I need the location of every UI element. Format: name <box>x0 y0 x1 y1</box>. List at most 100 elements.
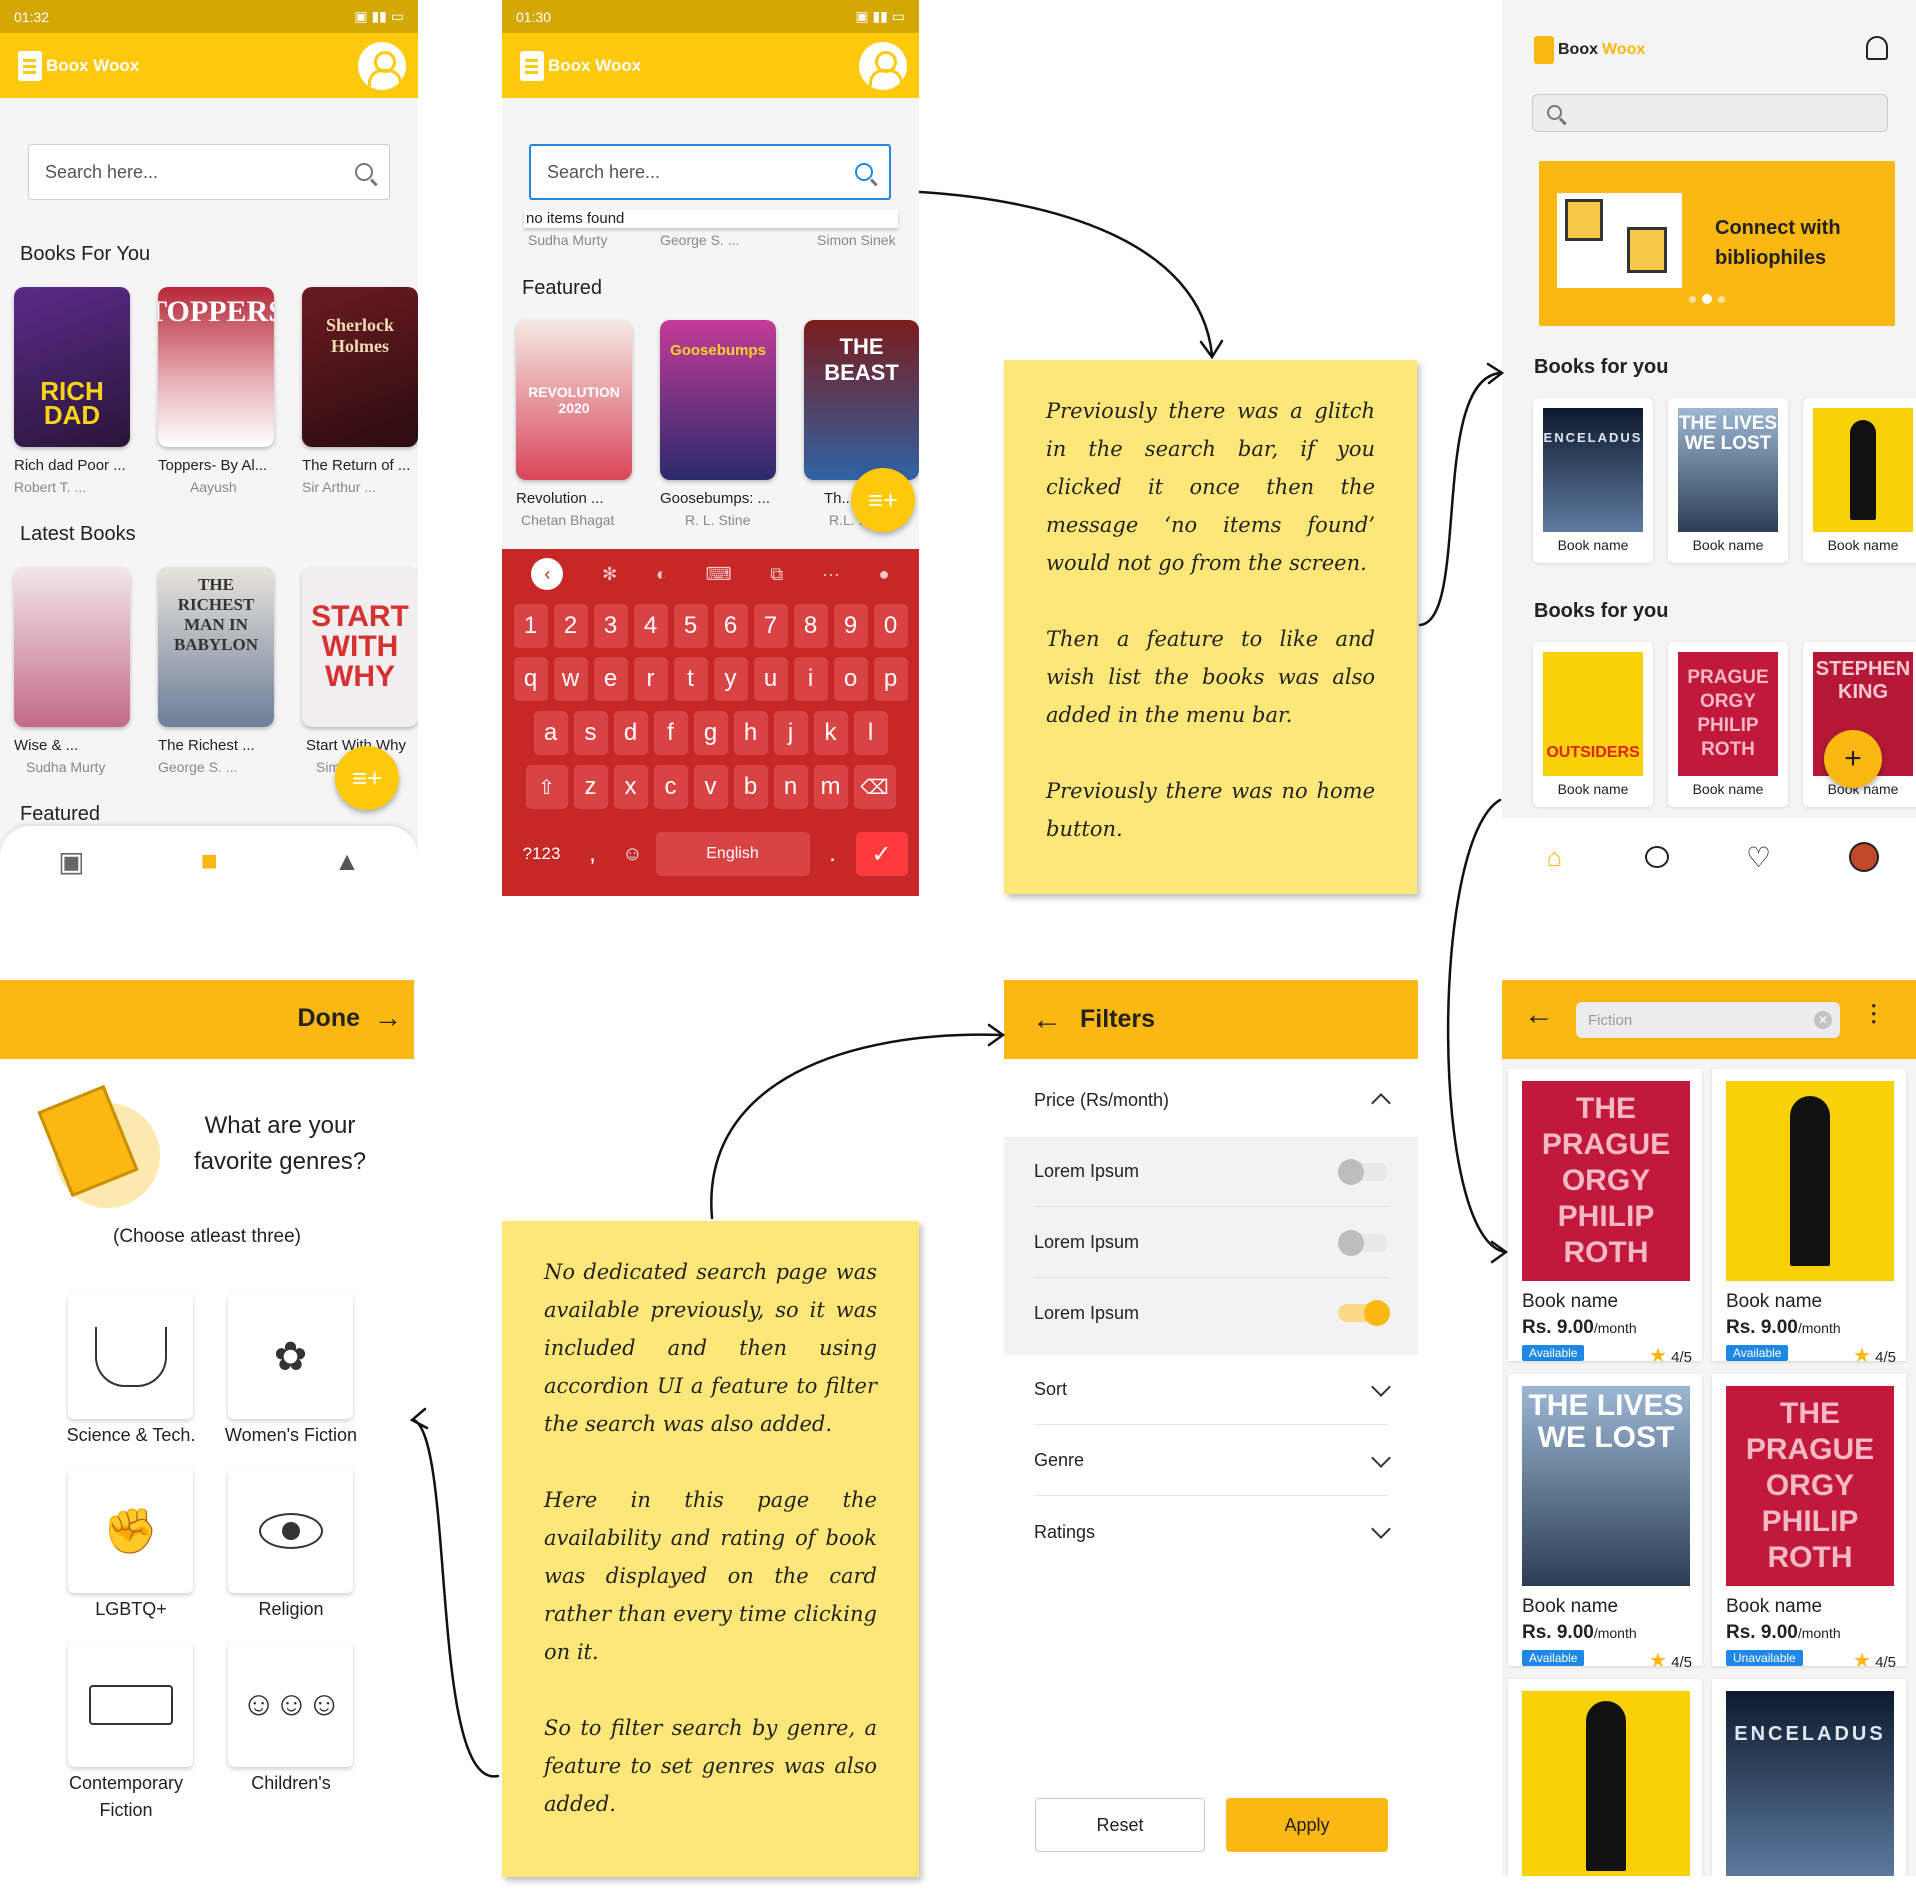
book-cover[interactable]: REVOLUTION 2020 <box>516 320 632 480</box>
key[interactable]: a <box>533 711 568 755</box>
key[interactable]: o <box>833 657 868 701</box>
book-card[interactable]: PRAGUE ORGY PHILIP ROTH Book name <box>1668 642 1788 807</box>
book-card[interactable]: Book name <box>1803 398 1916 563</box>
sort-accordion[interactable]: Sort <box>1034 1355 1391 1425</box>
key[interactable]: b <box>733 765 768 809</box>
key[interactable]: d <box>613 711 648 755</box>
add-to-list-fab[interactable]: ≡+ <box>851 468 915 532</box>
enter-key[interactable]: ✓ <box>855 832 908 876</box>
result-card[interactable]: Book name Rs. 9.00/month Available ★ 4/5 <box>1712 1069 1906 1367</box>
clear-icon[interactable]: ✕ <box>1814 1011 1832 1029</box>
key[interactable]: p <box>873 657 908 701</box>
key[interactable]: 9 <box>833 604 868 648</box>
apply-button[interactable]: Apply <box>1226 1798 1388 1852</box>
filter-sliders-icon[interactable]: ⫶ <box>1870 1000 1877 1033</box>
key[interactable]: 7 <box>753 604 788 648</box>
mic-icon[interactable]: ● <box>879 564 890 585</box>
key[interactable]: e <box>593 657 628 701</box>
genre-tile-lgbtq[interactable]: ✊ <box>68 1468 193 1593</box>
ratings-accordion[interactable]: Ratings <box>1034 1497 1391 1567</box>
key[interactable]: 6 <box>713 604 748 648</box>
key[interactable]: h <box>733 711 768 755</box>
bell-icon[interactable] <box>1866 36 1888 60</box>
more-icon[interactable]: ··· <box>822 564 840 585</box>
key[interactable]: v <box>693 765 728 809</box>
price-option[interactable]: Lorem Ipsum <box>1034 1278 1390 1348</box>
book-card[interactable]: OUTSIDERS Book name <box>1533 642 1653 807</box>
profile-avatar[interactable] <box>358 41 406 90</box>
chat-icon[interactable]: ▣ <box>58 845 84 878</box>
emoji-key[interactable]: ☺ <box>616 832 650 876</box>
connect-banner[interactable]: Connect with bibliophiles <box>1539 161 1895 326</box>
key[interactable]: x <box>613 765 648 809</box>
option-toggle[interactable] <box>1338 1158 1388 1185</box>
book-cover[interactable]: START WITH WHY <box>302 567 418 727</box>
key[interactable]: s <box>573 711 608 755</box>
book-card[interactable]: THE LIVES WE LOST Book name <box>1668 398 1788 563</box>
key[interactable]: k <box>813 711 848 755</box>
key[interactable]: 1 <box>513 604 548 648</box>
genre-tile-religion[interactable] <box>228 1468 353 1593</box>
resize-icon[interactable]: ⧉ <box>770 564 783 585</box>
genre-tile-contemporary[interactable] <box>68 1642 193 1767</box>
key[interactable]: y <box>713 657 748 701</box>
key[interactable]: 2 <box>553 604 588 648</box>
book-card[interactable]: ENCELADUS Book name <box>1533 398 1653 563</box>
key[interactable]: f <box>653 711 688 755</box>
genre-tile-science[interactable] <box>68 1294 193 1419</box>
book-cover[interactable] <box>14 567 130 727</box>
shift-key[interactable]: ⇧ <box>525 765 568 809</box>
back-arrow-icon[interactable]: ← <box>1032 1003 1062 1037</box>
option-toggle[interactable] <box>1338 1229 1388 1256</box>
key[interactable]: n <box>773 765 808 809</box>
key[interactable]: u <box>753 657 788 701</box>
genre-tile-womens-fiction[interactable]: ✿ <box>228 1294 353 1419</box>
price-accordion-header[interactable]: Price (Rs/month) <box>1034 1065 1391 1135</box>
keyboard-icon[interactable]: ⌨ <box>706 564 732 585</box>
result-card[interactable]: THE LIVES WE LOST Book name Rs. 9.00/mon… <box>1508 1374 1702 1672</box>
key[interactable]: 0 <box>873 604 908 648</box>
add-to-list-fab[interactable]: ≡+ <box>335 746 399 810</box>
back-arrow-icon[interactable]: ← <box>1524 998 1554 1032</box>
price-option[interactable]: Lorem Ipsum <box>1034 1208 1388 1278</box>
profile-avatar[interactable] <box>1848 842 1879 872</box>
done-button[interactable]: Done → <box>298 1002 403 1034</box>
book-cover[interactable]: THE BEAST <box>804 320 919 480</box>
key[interactable]: 4 <box>633 604 668 648</box>
key[interactable]: m <box>813 765 848 809</box>
key[interactable]: j <box>773 711 808 755</box>
result-card[interactable]: THE PRAGUE ORGY PHILIP ROTH Book name Rs… <box>1712 1374 1906 1672</box>
space-key[interactable]: English <box>655 832 810 876</box>
key[interactable]: g <box>693 711 728 755</box>
genre-accordion[interactable]: Genre <box>1034 1426 1391 1496</box>
book-cover[interactable]: RICH DAD <box>14 287 130 447</box>
symbols-key[interactable]: ?123 <box>514 832 570 876</box>
home-icon[interactable]: ⌂ <box>1540 842 1570 872</box>
result-card[interactable] <box>1508 1679 1702 1876</box>
reset-button[interactable]: Reset <box>1035 1798 1205 1852</box>
chat-icon[interactable] <box>1644 846 1669 868</box>
book-cover[interactable]: TOPPERS <box>158 287 274 447</box>
key[interactable]: c <box>653 765 688 809</box>
settings-icon[interactable]: ✻ <box>602 564 617 585</box>
books-icon[interactable]: ■ <box>201 845 218 877</box>
backspace-key[interactable]: ⌫ <box>853 765 896 809</box>
key[interactable]: z <box>573 765 608 809</box>
key[interactable]: q <box>513 657 548 701</box>
option-toggle[interactable] <box>1338 1300 1390 1326</box>
search-input[interactable]: Search here... <box>28 144 390 200</box>
key[interactable]: r <box>633 657 668 701</box>
price-option[interactable]: Lorem Ipsum <box>1034 1137 1388 1207</box>
key[interactable]: 8 <box>793 604 828 648</box>
book-cover[interactable]: THE RICHEST MAN IN BABYLON <box>158 567 274 727</box>
search-input[interactable] <box>1532 94 1888 132</box>
key[interactable]: 3 <box>593 604 628 648</box>
key[interactable]: w <box>553 657 588 701</box>
collapse-icon[interactable]: ‹ <box>531 558 564 590</box>
period-key[interactable]: . <box>816 832 850 876</box>
key[interactable]: i <box>793 657 828 701</box>
key[interactable]: l <box>853 711 888 755</box>
search-input[interactable]: Search here... <box>529 144 891 200</box>
add-fab[interactable]: + <box>1824 730 1882 788</box>
result-card[interactable]: ENCELADUS <box>1712 1679 1906 1876</box>
